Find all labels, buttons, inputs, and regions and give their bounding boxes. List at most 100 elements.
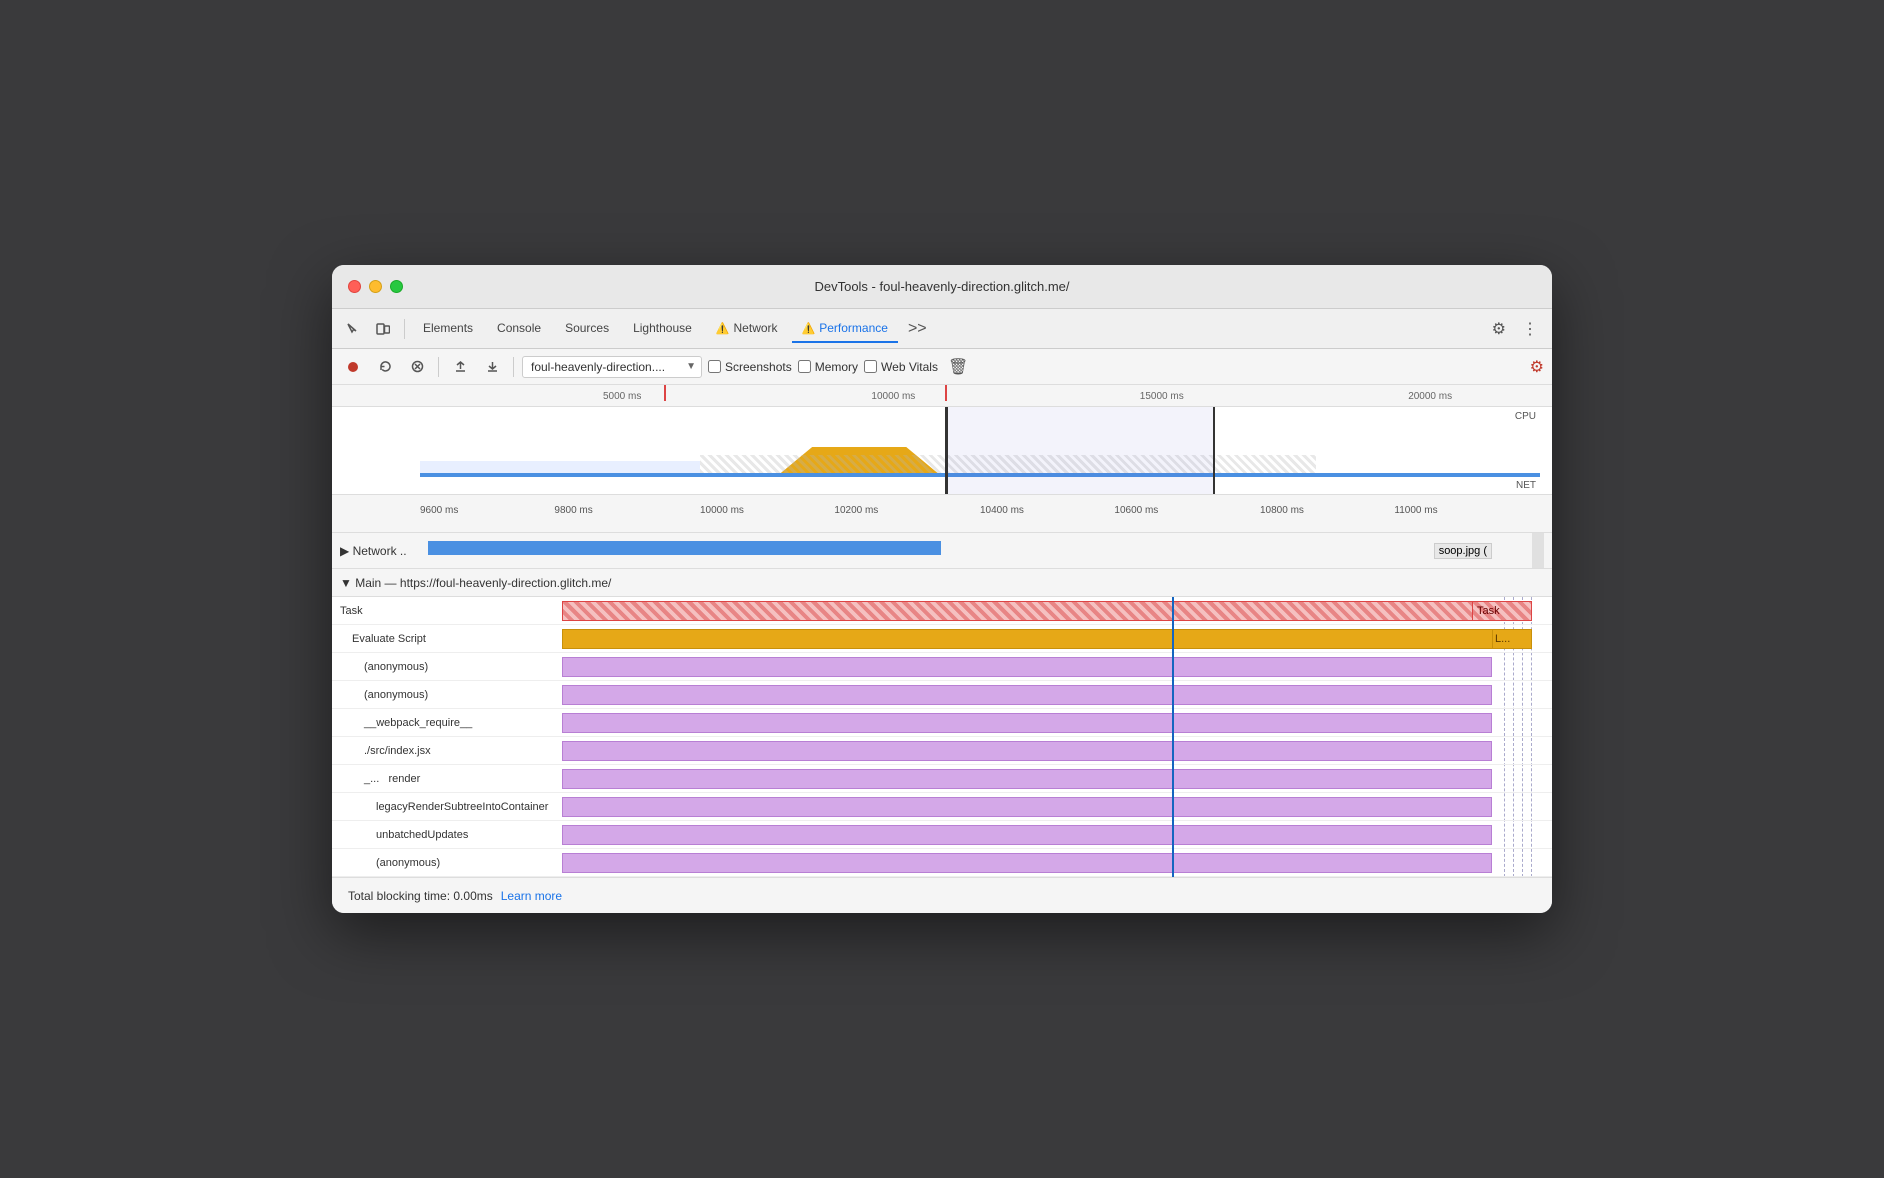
- webpack-bar: [562, 713, 1492, 733]
- settings-icon[interactable]: ⚙: [1486, 315, 1512, 343]
- net-label: NET: [1516, 480, 1536, 491]
- webvitals-label: Web Vitals: [881, 360, 938, 374]
- anon2-bar-col: [562, 681, 1552, 708]
- overview-content: CPU NET: [332, 407, 1552, 495]
- flame-row-src[interactable]: ./src/index.jsx: [332, 737, 1552, 765]
- anon1-bar-col: [562, 653, 1552, 680]
- render-label: _... render: [332, 773, 562, 785]
- screenshots-label: Screenshots: [725, 360, 792, 374]
- tab-elements[interactable]: Elements: [413, 315, 483, 343]
- element-picker-icon[interactable]: [340, 318, 366, 340]
- trash-icon[interactable]: 🗑: [948, 357, 968, 377]
- close-button[interactable]: [348, 280, 361, 293]
- marker-red-2: [945, 385, 947, 401]
- lower-mark-10800: 10800 ms: [1260, 505, 1304, 516]
- overview-ruler: 5000 ms 10000 ms 15000 ms 20000 ms: [332, 385, 1552, 407]
- minimize-button[interactable]: [369, 280, 382, 293]
- toolbar-separator-2: [513, 357, 514, 377]
- cpu-label: CPU: [1515, 411, 1536, 422]
- flame-row-legacy[interactable]: legacyRenderSubtreeIntoContainer: [332, 793, 1552, 821]
- record-button[interactable]: [340, 354, 366, 380]
- flame-row-evaluate[interactable]: Evaluate Script L...: [332, 625, 1552, 653]
- download-icon[interactable]: [479, 354, 505, 380]
- ruler-20000: 20000 ms: [1408, 391, 1452, 402]
- anon2-label: (anonymous): [332, 689, 562, 701]
- tab-lighthouse[interactable]: Lighthouse: [623, 315, 702, 343]
- evaluate-bar: [562, 629, 1532, 649]
- main-section-header: ▼ Main — https://foul-heavenly-direction…: [332, 569, 1552, 597]
- anon3-bar-col: [562, 849, 1552, 876]
- anon2-bar: [562, 685, 1492, 705]
- lower-mark-10600: 10600 ms: [1114, 505, 1158, 516]
- anon3-bar: [562, 853, 1492, 873]
- lower-mark-10400: 10400 ms: [980, 505, 1024, 516]
- src-label: ./src/index.jsx: [332, 745, 562, 757]
- status-bar: Total blocking time: 0.00ms Learn more: [332, 877, 1552, 913]
- selection-left-edge: [945, 407, 948, 495]
- render-bar: [562, 769, 1492, 789]
- ruler-5000: 5000 ms: [603, 391, 641, 402]
- maximize-button[interactable]: [390, 280, 403, 293]
- ruler-15000: 15000 ms: [1140, 391, 1184, 402]
- anon3-label: (anonymous): [332, 857, 562, 869]
- legacy-label: legacyRenderSubtreeIntoContainer: [332, 801, 562, 813]
- lower-mark-10000: 10000 ms: [700, 505, 744, 516]
- flame-row-render[interactable]: _... render: [332, 765, 1552, 793]
- unbatched-bar-col: [562, 821, 1552, 848]
- upload-icon[interactable]: [447, 354, 473, 380]
- overview-timeline[interactable]: 5000 ms 10000 ms 15000 ms 20000 ms: [332, 385, 1552, 495]
- evaluate-bar-right: L...: [1492, 629, 1532, 649]
- memory-checkbox-group: Memory: [798, 360, 858, 374]
- unbatched-bar: [562, 825, 1492, 845]
- soop-label: soop.jpg (: [1434, 543, 1492, 559]
- memory-label: Memory: [815, 360, 858, 374]
- flame-row-task[interactable]: Task Task: [332, 597, 1552, 625]
- marker-red-1: [664, 385, 666, 401]
- toolbar-separator-1: [438, 357, 439, 377]
- devtools-window: DevTools - foul-heavenly-direction.glitc…: [332, 265, 1552, 913]
- memory-checkbox[interactable]: [798, 360, 811, 373]
- screenshots-checkbox[interactable]: [708, 360, 721, 373]
- cpu-blue-wave: [420, 461, 700, 473]
- unbatched-label: unbatchedUpdates: [332, 829, 562, 841]
- main-section: ▼ Main — https://foul-heavenly-direction…: [332, 569, 1552, 877]
- device-mode-icon[interactable]: [370, 318, 396, 340]
- flame-row-anon-2[interactable]: (anonymous): [332, 681, 1552, 709]
- task-label-col: Task: [332, 605, 562, 617]
- url-selector[interactable]: foul-heavenly-direction....: [522, 356, 702, 378]
- clear-button[interactable]: [404, 354, 430, 380]
- devtools-nav: Elements Console Sources Lighthouse Netw…: [332, 309, 1552, 349]
- webvitals-checkbox[interactable]: [864, 360, 877, 373]
- learn-more-link[interactable]: Learn more: [501, 889, 562, 903]
- tab-network[interactable]: Network: [706, 315, 788, 343]
- webvitals-checkbox-group: Web Vitals: [864, 360, 938, 374]
- network-row: ▶ Network .. soop.jpg (: [332, 533, 1552, 569]
- render-bar-col: [562, 765, 1552, 792]
- flame-row-anon-3[interactable]: (anonymous): [332, 849, 1552, 877]
- task-bar-right: Task: [1472, 601, 1532, 621]
- lower-mark-11000: 11000 ms: [1394, 505, 1437, 516]
- ruler-10000: 10000 ms: [871, 391, 915, 402]
- performance-toolbar: foul-heavenly-direction.... ▼ Screenshot…: [332, 349, 1552, 385]
- legacy-bar: [562, 797, 1492, 817]
- reload-record-button[interactable]: [372, 354, 398, 380]
- flame-row-webpack[interactable]: __webpack_require__: [332, 709, 1552, 737]
- capture-settings-icon[interactable]: ⚙: [1530, 357, 1544, 377]
- screenshots-checkbox-group: Screenshots: [708, 360, 792, 374]
- playhead-line: [1172, 597, 1174, 877]
- tab-sources[interactable]: Sources: [555, 315, 619, 343]
- evaluate-label-col: Evaluate Script: [332, 633, 562, 645]
- webpack-label: __webpack_require__: [332, 717, 562, 729]
- tbt-text: Total blocking time: 0.00ms: [348, 889, 493, 903]
- lower-mark-9800: 9800 ms: [554, 505, 592, 516]
- more-options-icon[interactable]: ⋮: [1516, 315, 1544, 343]
- src-bar-col: [562, 737, 1552, 764]
- lower-timeline-ruler: 9600 ms 9800 ms 10000 ms 10200 ms 10400 …: [332, 495, 1552, 533]
- more-tabs-button[interactable]: >>: [902, 316, 933, 342]
- task-bar-col: Task: [562, 597, 1552, 624]
- window-title: DevTools - foul-heavenly-direction.glitc…: [814, 279, 1069, 294]
- flame-row-anon-1[interactable]: (anonymous): [332, 653, 1552, 681]
- flame-row-unbatched[interactable]: unbatchedUpdates: [332, 821, 1552, 849]
- tab-performance[interactable]: Performance: [792, 315, 898, 343]
- tab-console[interactable]: Console: [487, 315, 551, 343]
